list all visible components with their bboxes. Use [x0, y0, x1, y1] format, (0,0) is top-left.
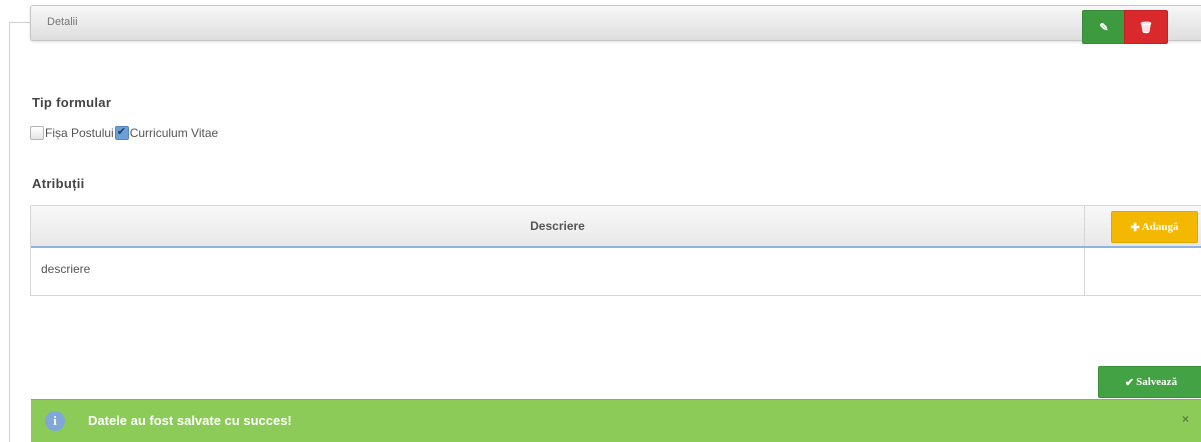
add-button[interactable]: ✚ Adaugă	[1111, 211, 1198, 243]
edit-icon: ✎	[1099, 21, 1109, 34]
plus-icon: ✚	[1130, 221, 1140, 234]
form-type-heading: Tip formular	[32, 95, 112, 110]
table-row: descriere	[31, 248, 1201, 295]
save-button-label: Salvează	[1136, 376, 1178, 388]
fieldset-border	[9, 22, 10, 442]
column-header-actions: ✚ Adaugă	[1085, 206, 1201, 246]
column-header-description: Descriere	[31, 206, 1085, 246]
save-button[interactable]: ✔ Salvează	[1098, 366, 1201, 398]
table-header: Descriere ✚ Adaugă	[31, 206, 1201, 248]
attributes-table: Descriere ✚ Adaugă descriere	[30, 205, 1201, 296]
details-panel-header[interactable]: Detalii	[30, 5, 1201, 41]
option-curriculum-vitae-label[interactable]: Curriculum Vitae	[130, 126, 218, 140]
edit-button[interactable]: ✎	[1082, 10, 1126, 44]
add-button-label: Adaugă	[1141, 221, 1179, 233]
option-fisa-postului-label[interactable]: Fișa Postului	[45, 126, 114, 140]
option-curriculum-vitae-checkbox[interactable]	[114, 125, 129, 140]
delete-button[interactable]: 🗑	[1124, 10, 1168, 44]
panel-title: Detalii	[47, 16, 78, 28]
trash-icon: 🗑	[1139, 21, 1153, 34]
option-fisa-postului-checkbox[interactable]	[30, 126, 44, 140]
fieldset-border-top	[9, 22, 31, 23]
info-icon: i	[45, 411, 65, 431]
success-alert: i Datele au fost salvate cu succes! ×	[31, 399, 1201, 442]
column-divider	[1084, 248, 1085, 295]
form-type-options: Fișa Postului Curriculum Vitae	[30, 124, 219, 142]
attributes-heading: Atribuții	[32, 176, 85, 191]
close-icon[interactable]: ×	[1182, 412, 1189, 426]
check-icon: ✔	[1124, 376, 1135, 389]
alert-message: Datele au fost salvate cu succes!	[88, 413, 292, 428]
row-description: descriere	[41, 262, 91, 276]
